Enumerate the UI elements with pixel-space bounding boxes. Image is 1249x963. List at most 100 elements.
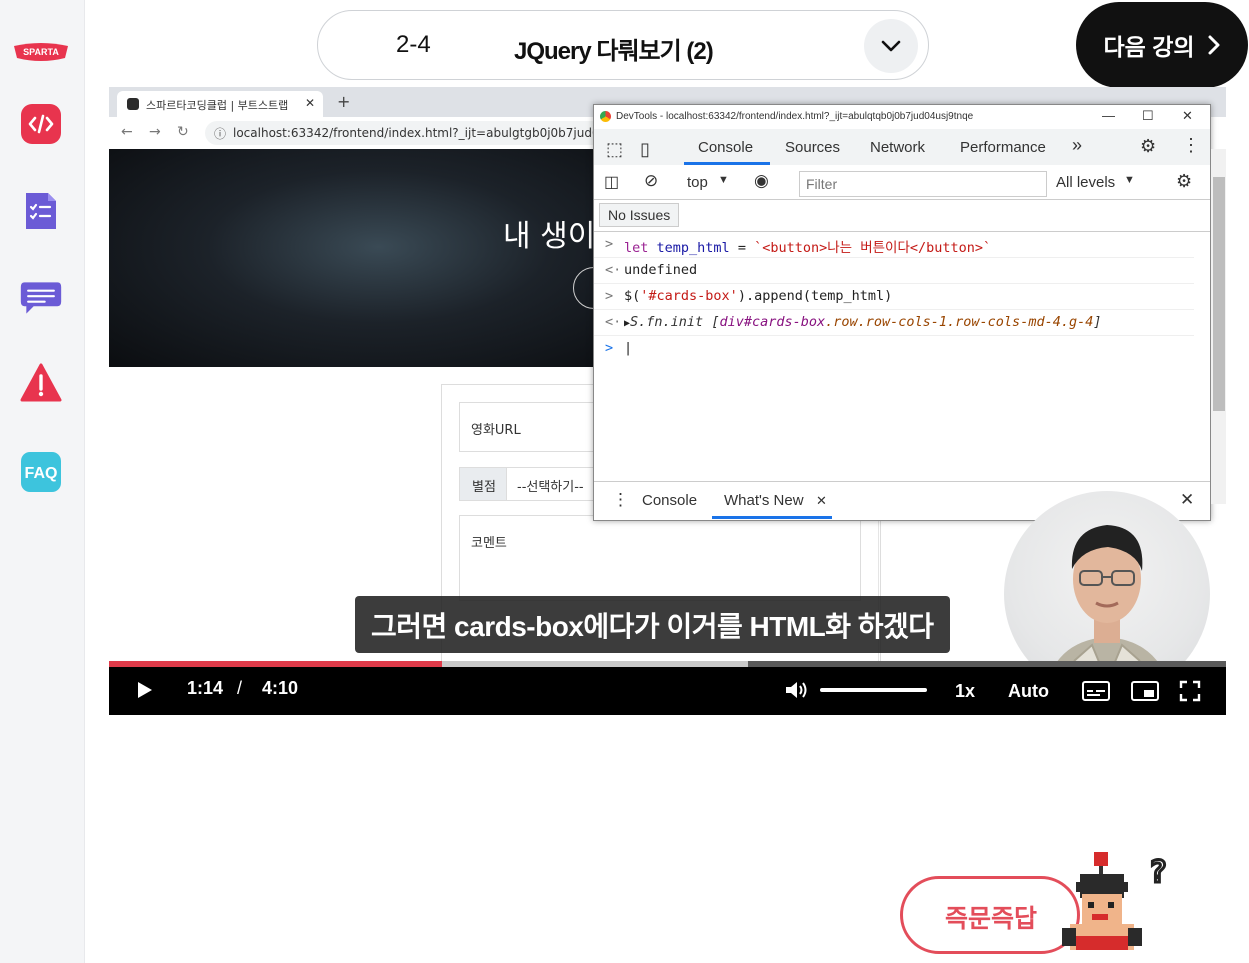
drawer-tab-close-icon: ✕ [816, 493, 827, 508]
current-time: 1:14 [187, 678, 224, 698]
fullscreen-icon[interactable] [1179, 680, 1201, 702]
picture-in-picture-icon[interactable] [1131, 681, 1159, 701]
reload-icon: ↻ [177, 124, 189, 140]
video-player[interactable]: 스파르타코딩클럽 | 부트스트랩 ✕ + ← → ↻ ⓘ localhost:6… [109, 87, 1226, 715]
volume-slider[interactable] [820, 688, 927, 692]
drawer-tab-whats-new: What's New [724, 492, 804, 509]
drawer-close-icon: ✕ [1180, 490, 1195, 509]
sparta-logo[interactable]: SPARTA [12, 38, 70, 66]
chevron-down-icon [881, 40, 901, 52]
mascot-character-icon[interactable]: ? [1062, 852, 1178, 954]
forward-icon: → [149, 124, 161, 140]
maximize-icon: ☐ [1142, 108, 1154, 123]
sidebar: SPARTA FAQ [0, 0, 85, 963]
warning-icon[interactable] [19, 361, 63, 405]
volume-icon[interactable] [784, 679, 810, 701]
console-line: > let temp_html = `<button>나는 버튼이다</butt… [594, 231, 1194, 258]
recorded-rating-label-box: 별점 [459, 467, 509, 501]
device-toolbar-icon: ▯ [640, 139, 650, 159]
devtools-window-title: DevTools - localhost:63342/frontend/inde… [616, 111, 974, 122]
recorded-omnibox: ⓘ localhost:63342/frontend/index.html?_i… [205, 121, 632, 145]
instant-qa-button[interactable]: 즉문즉답 [900, 876, 1080, 954]
console-line: > $('#cards-box').append(temp_html) [594, 283, 1194, 310]
inspect-icon: ⬚ [606, 139, 624, 159]
playback-speed[interactable]: 1x [955, 681, 975, 702]
lesson-number: 2-4 [396, 31, 431, 58]
filter-placeholder: Filter [806, 176, 838, 192]
more-tabs-icon: » [1072, 135, 1083, 155]
console-toolbar: ◫ ⊘ top ▼ ◉ Filter All levels ▼ ⚙ [594, 165, 1210, 200]
recorded-devtools-window: DevTools - localhost:63342/frontend/inde… [593, 104, 1211, 521]
console-line: <· undefined [594, 257, 1194, 284]
lesson-selector[interactable]: 2-4 JQuery 다뤄보기 (2) [317, 10, 929, 80]
drawer-menu-icon: ⋮ [612, 490, 629, 509]
output-return-icon: <· [605, 262, 622, 278]
duration: 4:10 [262, 678, 299, 698]
recorded-rating-label: 별점 [472, 480, 496, 495]
recorded-page-scrollbar [1211, 149, 1226, 504]
time-separator: / [237, 678, 243, 698]
console-filter-input: Filter [799, 171, 1047, 197]
minimize-icon: — [1102, 108, 1115, 123]
tab-close-icon: ✕ [304, 96, 315, 110]
faq-label: FAQ [25, 465, 58, 482]
lesson-dropdown-button[interactable] [864, 19, 918, 73]
chevron-right-icon [1208, 35, 1220, 55]
levels-select: All levels [1056, 174, 1116, 191]
recorded-hero-title: 내 생이 [503, 219, 596, 254]
issues-bar: No Issues [594, 199, 1210, 232]
favicon-icon [127, 98, 139, 110]
devtools-tab-network: Network [870, 139, 926, 156]
input-prompt-icon: > [605, 236, 614, 252]
levels-dropdown-icon: ▼ [1124, 174, 1135, 186]
settings-gear-icon: ⚙ [1140, 136, 1157, 156]
console-line: <· ▶S.fn.init [div#cards-box.row.row-col… [594, 309, 1194, 336]
drawer-tab-console: Console [642, 492, 698, 509]
output-return-icon: <· [605, 314, 622, 330]
logo-text: SPARTA [23, 47, 59, 57]
devtools-tab-console: Console [698, 139, 754, 156]
quality-setting[interactable]: Auto [1008, 681, 1049, 702]
info-icon: ⓘ [214, 127, 227, 141]
console-output: > let temp_html = `<button>나는 버튼이다</butt… [594, 231, 1210, 481]
input-prompt-icon: > [605, 288, 614, 304]
console-input-line: > | [605, 340, 633, 356]
context-dropdown-icon: ▼ [718, 174, 729, 186]
devtools-tab-sources: Sources [785, 139, 841, 156]
video-subtitle: 그러면 cards-box에다가 이거를 HTML화 하겠다 [355, 596, 950, 653]
play-icon[interactable] [136, 680, 154, 700]
devtools-tabbar: ⬚ ▯ Console Sources Network Performance … [594, 129, 1210, 166]
question-mark-icon: ? [1149, 855, 1167, 890]
recorded-comment-placeholder: 코멘트 [471, 536, 507, 551]
recorded-url: localhost:63342/frontend/index.html?_ijt… [233, 126, 633, 140]
kebab-menu-icon: ⋮ [1182, 135, 1200, 155]
recorded-browser-tab: 스파르타코딩클럽 | 부트스트랩 ✕ [117, 91, 323, 117]
recorded-url-placeholder: 영화URL [471, 423, 521, 438]
chrome-icon [600, 111, 611, 122]
no-issues-button: No Issues [599, 203, 680, 227]
context-select: top [687, 174, 708, 191]
drawer-active-indicator [712, 516, 832, 519]
sidebar-toggle-icon: ◫ [604, 174, 620, 191]
next-lecture-label: 다음 강의 [1103, 34, 1195, 60]
recorded-rating-select-value: --선택하기-- [517, 480, 584, 495]
console-settings-icon: ⚙ [1176, 171, 1193, 191]
recorded-comment-field: 코멘트 [459, 515, 861, 601]
captions-icon[interactable] [1082, 681, 1110, 701]
next-lecture-button[interactable]: 다음 강의 [1076, 2, 1248, 88]
devtools-tab-performance: Performance [960, 139, 1046, 156]
clear-console-icon: ⊘ [644, 171, 659, 190]
new-tab-icon: + [337, 92, 351, 111]
devtools-titlebar: DevTools - localhost:63342/frontend/inde… [594, 105, 1210, 129]
recorded-hero-banner: 내 생이 [109, 149, 599, 367]
checklist-icon[interactable] [19, 189, 63, 233]
chat-icon[interactable] [19, 276, 63, 320]
recorded-tab-title: 스파르타코딩클럽 | 부트스트랩 [146, 99, 289, 112]
lesson-title: JQuery 다뤄보기 (2) [514, 38, 714, 65]
code-icon[interactable] [19, 102, 63, 146]
player-controls: 1:14 / 4:10 1x Auto [109, 667, 1226, 715]
faq-icon[interactable]: FAQ [19, 450, 63, 494]
close-icon: ✕ [1182, 108, 1193, 123]
back-icon: ← [121, 124, 133, 140]
eye-icon: ◉ [754, 171, 769, 190]
